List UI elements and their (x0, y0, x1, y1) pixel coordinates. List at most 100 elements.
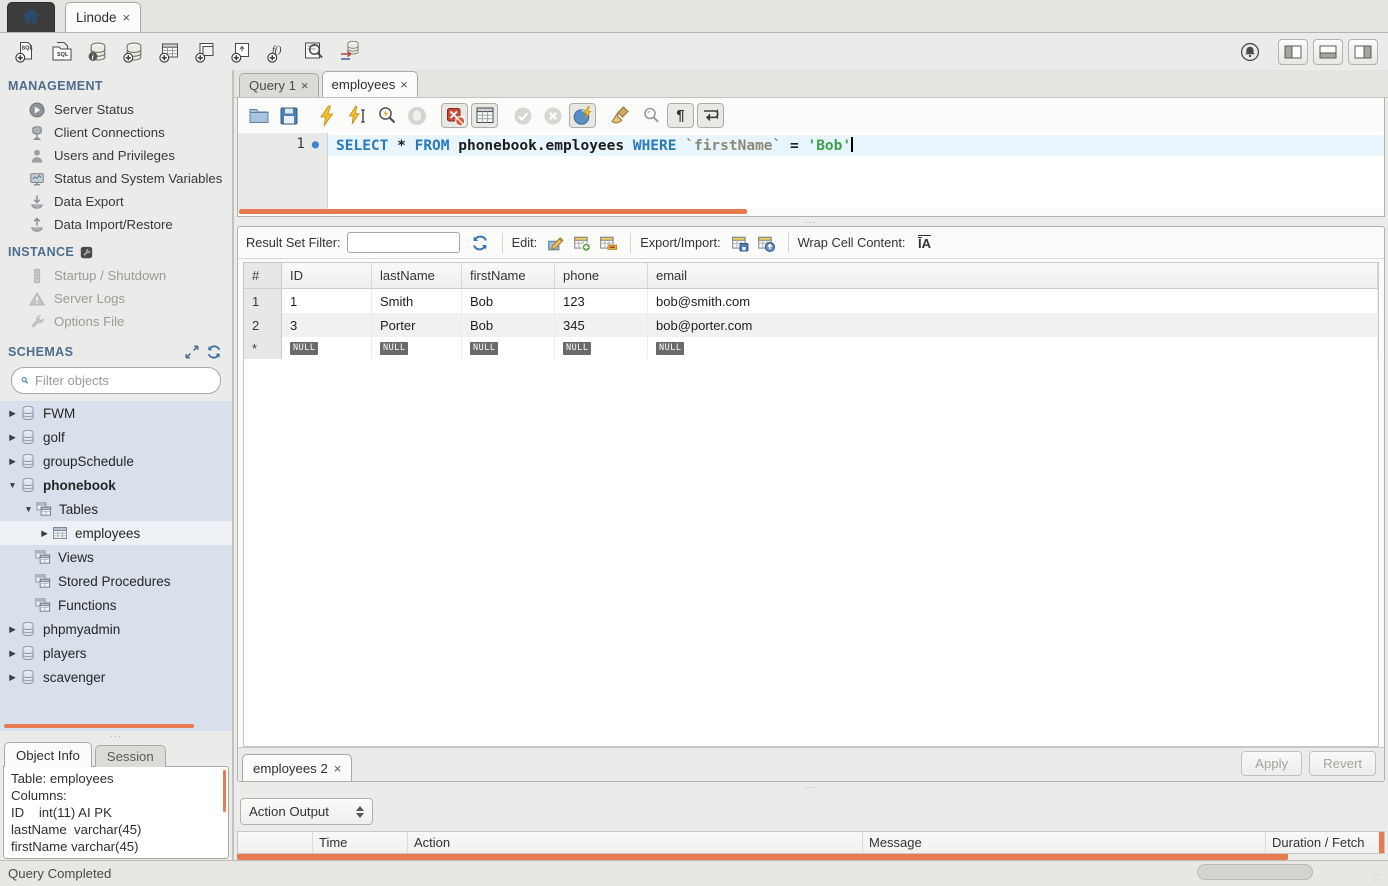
sidebar-splitter[interactable]: ··· (0, 731, 232, 740)
column-header-rownum[interactable]: # (244, 263, 282, 288)
schema-tree-item-employees[interactable]: ▶employees (0, 521, 232, 545)
expand-arrow[interactable]: ▶ (5, 456, 20, 467)
open-sql-script-button[interactable]: SQL (46, 38, 77, 65)
cell-null[interactable]: NULL (555, 337, 648, 359)
autocommit-toggle[interactable] (569, 103, 596, 128)
sidebar-item-system-variables[interactable]: Status and System Variables (0, 167, 232, 190)
new-table-button[interactable] (154, 38, 185, 65)
sql-current-line[interactable]: SELECT * FROM phonebook.employees WHERE … (328, 135, 1384, 156)
column-header-id[interactable]: ID (282, 263, 372, 288)
refresh-results-icon[interactable] (467, 232, 493, 254)
info-vertical-scrollbar[interactable] (223, 770, 226, 812)
refresh-schemas-icon[interactable] (206, 344, 222, 360)
column-header-email[interactable]: email (648, 263, 1378, 288)
tab-query-1[interactable]: Query 1× (239, 73, 319, 97)
cell-id[interactable]: 1 (282, 289, 372, 313)
find-button[interactable] (637, 103, 664, 128)
column-header-phone[interactable]: phone (555, 263, 648, 288)
output-type-select[interactable]: Action Output (240, 798, 373, 825)
cell-phone[interactable]: 345 (555, 313, 648, 337)
editor-horizontal-scrollbar[interactable] (239, 209, 747, 214)
new-view-button[interactable] (190, 38, 221, 65)
schema-tree-item-scavenger[interactable]: ▶scavenger (0, 665, 232, 689)
expand-arrow[interactable]: ▶ (5, 648, 20, 659)
close-icon[interactable]: × (301, 78, 309, 93)
expand-arrow[interactable]: ▶ (5, 432, 20, 443)
cell-null[interactable]: NULL (282, 337, 372, 359)
cell-lastname[interactable]: Smith (372, 289, 462, 313)
rollback-button[interactable] (539, 103, 566, 128)
wrap-text-toggle[interactable] (697, 103, 724, 128)
schema-inspector-button[interactable] (298, 38, 329, 65)
cell-email[interactable]: bob@porter.com (648, 313, 1378, 337)
tree-horizontal-scrollbar[interactable] (4, 724, 194, 728)
sidebar-item-users-privileges[interactable]: Users and Privileges (0, 144, 232, 167)
output-column-time[interactable]: Time (312, 832, 407, 853)
schema-tree-item-functions[interactable]: Functions (0, 593, 232, 617)
save-button[interactable] (275, 103, 302, 128)
commit-button[interactable] (509, 103, 536, 128)
stop-on-error-toggle[interactable] (441, 103, 468, 128)
home-tab[interactable] (7, 2, 55, 32)
schema-tree-item-phpmyadmin[interactable]: ▶phpmyadmin (0, 617, 232, 641)
sidebar-item-data-import[interactable]: Data Import/Restore (0, 213, 232, 236)
new-function-button[interactable]: f() (262, 38, 293, 65)
cell-email[interactable]: bob@smith.com (648, 289, 1378, 313)
beautify-button[interactable] (607, 103, 634, 128)
schema-tree-item-fwm[interactable]: ▶FWM (0, 401, 232, 425)
connection-tab[interactable]: Linode × (65, 2, 141, 32)
edit-record-icon[interactable] (543, 232, 569, 254)
new-connection-button[interactable] (118, 38, 149, 65)
schema-filter-box[interactable] (11, 367, 221, 394)
close-icon[interactable]: × (334, 761, 342, 776)
wrap-cell-content-icon[interactable]: ĪA (911, 232, 937, 254)
add-row-icon[interactable] (569, 232, 595, 254)
cell-null[interactable]: NULL (648, 337, 1378, 359)
expand-arrow[interactable]: ▶ (5, 672, 20, 683)
schema-tree-item-stored-procedures[interactable]: Stored Procedures (0, 569, 232, 593)
expand-arrow[interactable]: ▶ (5, 624, 20, 635)
schema-tree-item-players[interactable]: ▶players (0, 641, 232, 665)
close-icon[interactable]: × (400, 77, 408, 92)
column-header-firstname[interactable]: firstName (462, 263, 555, 288)
output-horizontal-scrollbar[interactable] (237, 853, 1288, 860)
data-transfer-button[interactable] (334, 38, 365, 65)
limit-rows-toggle[interactable] (471, 103, 498, 128)
delete-row-icon[interactable] (595, 232, 621, 254)
output-column-message[interactable]: Message (862, 832, 1265, 853)
toggle-left-panel-button[interactable] (1278, 39, 1308, 65)
cell-null[interactable]: NULL (372, 337, 462, 359)
new-procedure-button[interactable] (226, 38, 257, 65)
sidebar-item-client-connections[interactable]: Client Connections (0, 121, 232, 144)
table-row[interactable]: 2 3 Porter Bob 345 bob@porter.com (244, 313, 1378, 337)
cell-phone[interactable]: 123 (555, 289, 648, 313)
collapse-arrow[interactable]: ▼ (21, 504, 36, 514)
schema-filter-input[interactable] (35, 373, 211, 388)
tab-employees[interactable]: employees× (322, 71, 418, 97)
collapse-arrow[interactable]: ▼ (5, 480, 20, 490)
tab-object-info[interactable]: Object Info (4, 742, 92, 767)
cell-null[interactable]: NULL (462, 337, 555, 359)
toggle-bottom-panel-button[interactable] (1313, 39, 1343, 65)
explain-button[interactable] (373, 103, 400, 128)
result-set-tab[interactable]: employees 2 × (242, 754, 352, 781)
cell-lastname[interactable]: Porter (372, 313, 462, 337)
revert-button[interactable]: Revert (1309, 751, 1376, 776)
table-row[interactable]: 1 1 Smith Bob 123 bob@smith.com (244, 289, 1378, 313)
sidebar-item-server-status[interactable]: Server Status (0, 98, 232, 121)
schema-tree-item-tables[interactable]: ▼Tables (0, 497, 232, 521)
column-header-lastname[interactable]: lastName (372, 263, 462, 288)
execute-statement-button[interactable] (343, 103, 370, 128)
sql-code-area[interactable]: 1 ● SELECT * FROM phonebook.employees WH… (238, 133, 1384, 209)
close-icon[interactable]: × (123, 10, 131, 25)
new-sql-editor-button[interactable] (10, 38, 41, 65)
export-results-icon[interactable] (727, 232, 753, 254)
show-invisibles-toggle[interactable]: ¶ (667, 103, 694, 128)
new-row-placeholder[interactable]: * NULL NULL NULL NULL NULL (244, 337, 1378, 359)
expand-arrow[interactable]: ▶ (5, 408, 20, 419)
window-resize-grip[interactable]: ∙∙∙∙∙∙ (1373, 872, 1385, 884)
result-filter-input[interactable] (347, 232, 460, 253)
schema-tree-item-groupschedule[interactable]: ▶groupSchedule (0, 449, 232, 473)
output-column-action[interactable]: Action (407, 832, 862, 853)
execute-button[interactable] (313, 103, 340, 128)
